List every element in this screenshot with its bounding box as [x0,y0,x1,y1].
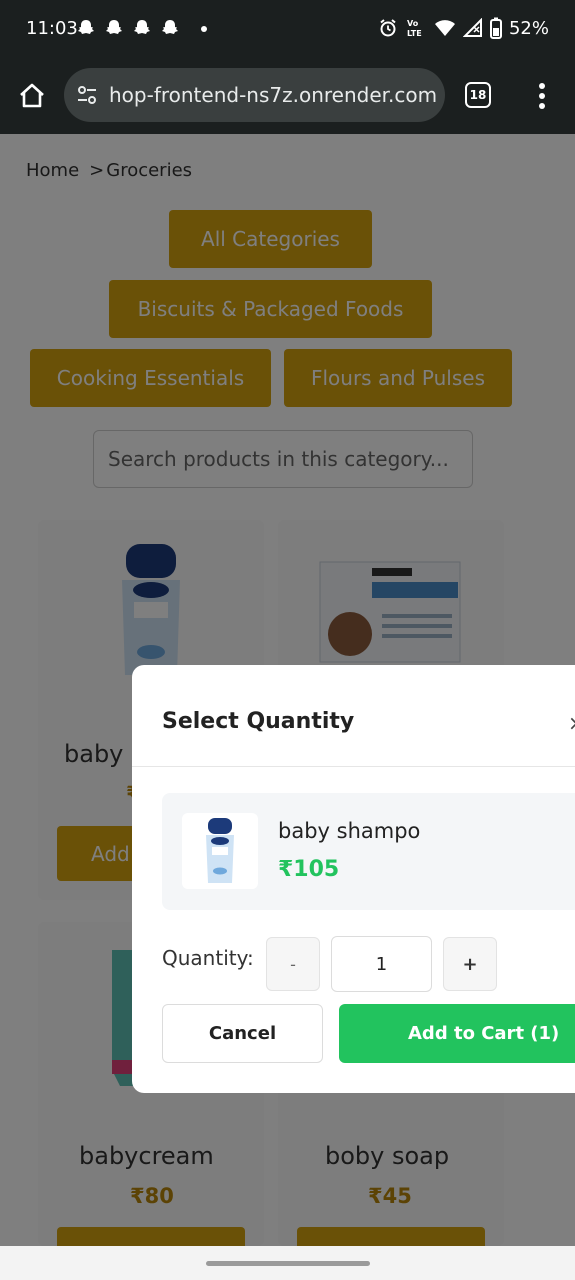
product-price: ₹105 [278,857,340,882]
modal-divider [132,766,575,767]
add-to-cart-confirm-button[interactable]: Add to Cart (1) [339,1004,575,1063]
svg-text:Vo: Vo [407,19,419,28]
tab-switcher-button[interactable]: 18 [465,82,491,108]
battery-percent: 52% [508,17,549,39]
product-name: baby shampo [278,819,421,843]
product-thumbnail [182,813,258,889]
alarm-icon [380,19,396,37]
quantity-input[interactable] [331,936,432,992]
snapchat-icon [78,20,94,34]
selected-product: baby shampo ₹105 [162,793,575,910]
status-right: Vo LTE 52% [378,17,549,39]
increase-quantity-button[interactable]: + [443,937,497,991]
select-quantity-modal: Select Quantity × baby shampo ₹105 Quant… [132,665,575,1093]
home-icon[interactable] [18,82,46,110]
url-text: hop-frontend-ns7z.onrender.com [109,83,438,107]
snapchat-icon [106,20,122,34]
cancel-button[interactable]: Cancel [162,1004,323,1063]
svg-text:LTE: LTE [407,29,422,38]
system-navigation-bar [0,1246,575,1280]
decrease-quantity-button[interactable]: - [266,937,320,991]
site-settings-icon[interactable] [76,84,98,106]
close-icon[interactable]: × [568,711,575,735]
battery-icon [489,17,502,39]
baby-shampoo-image [206,818,234,883]
snapchat-icon [134,20,150,34]
status-bar: 11:03 Vo LTE 52% [0,0,575,58]
status-time: 11:03 [26,18,78,39]
more-notifications-dot [201,26,207,32]
browser-toolbar: hop-frontend-ns7z.onrender.com 18 [0,58,575,134]
notification-icons [76,18,180,38]
modal-title: Select Quantity [162,709,355,734]
overflow-menu-icon[interactable] [532,82,552,110]
quantity-label: Quantity: [162,946,254,970]
gesture-handle[interactable] [206,1261,370,1266]
volte-icon: VoLTE [407,19,422,38]
address-bar[interactable]: hop-frontend-ns7z.onrender.com [64,68,445,122]
cellular-signal-icon [462,18,482,37]
snapchat-icon [162,20,178,34]
wifi-icon [434,20,455,36]
